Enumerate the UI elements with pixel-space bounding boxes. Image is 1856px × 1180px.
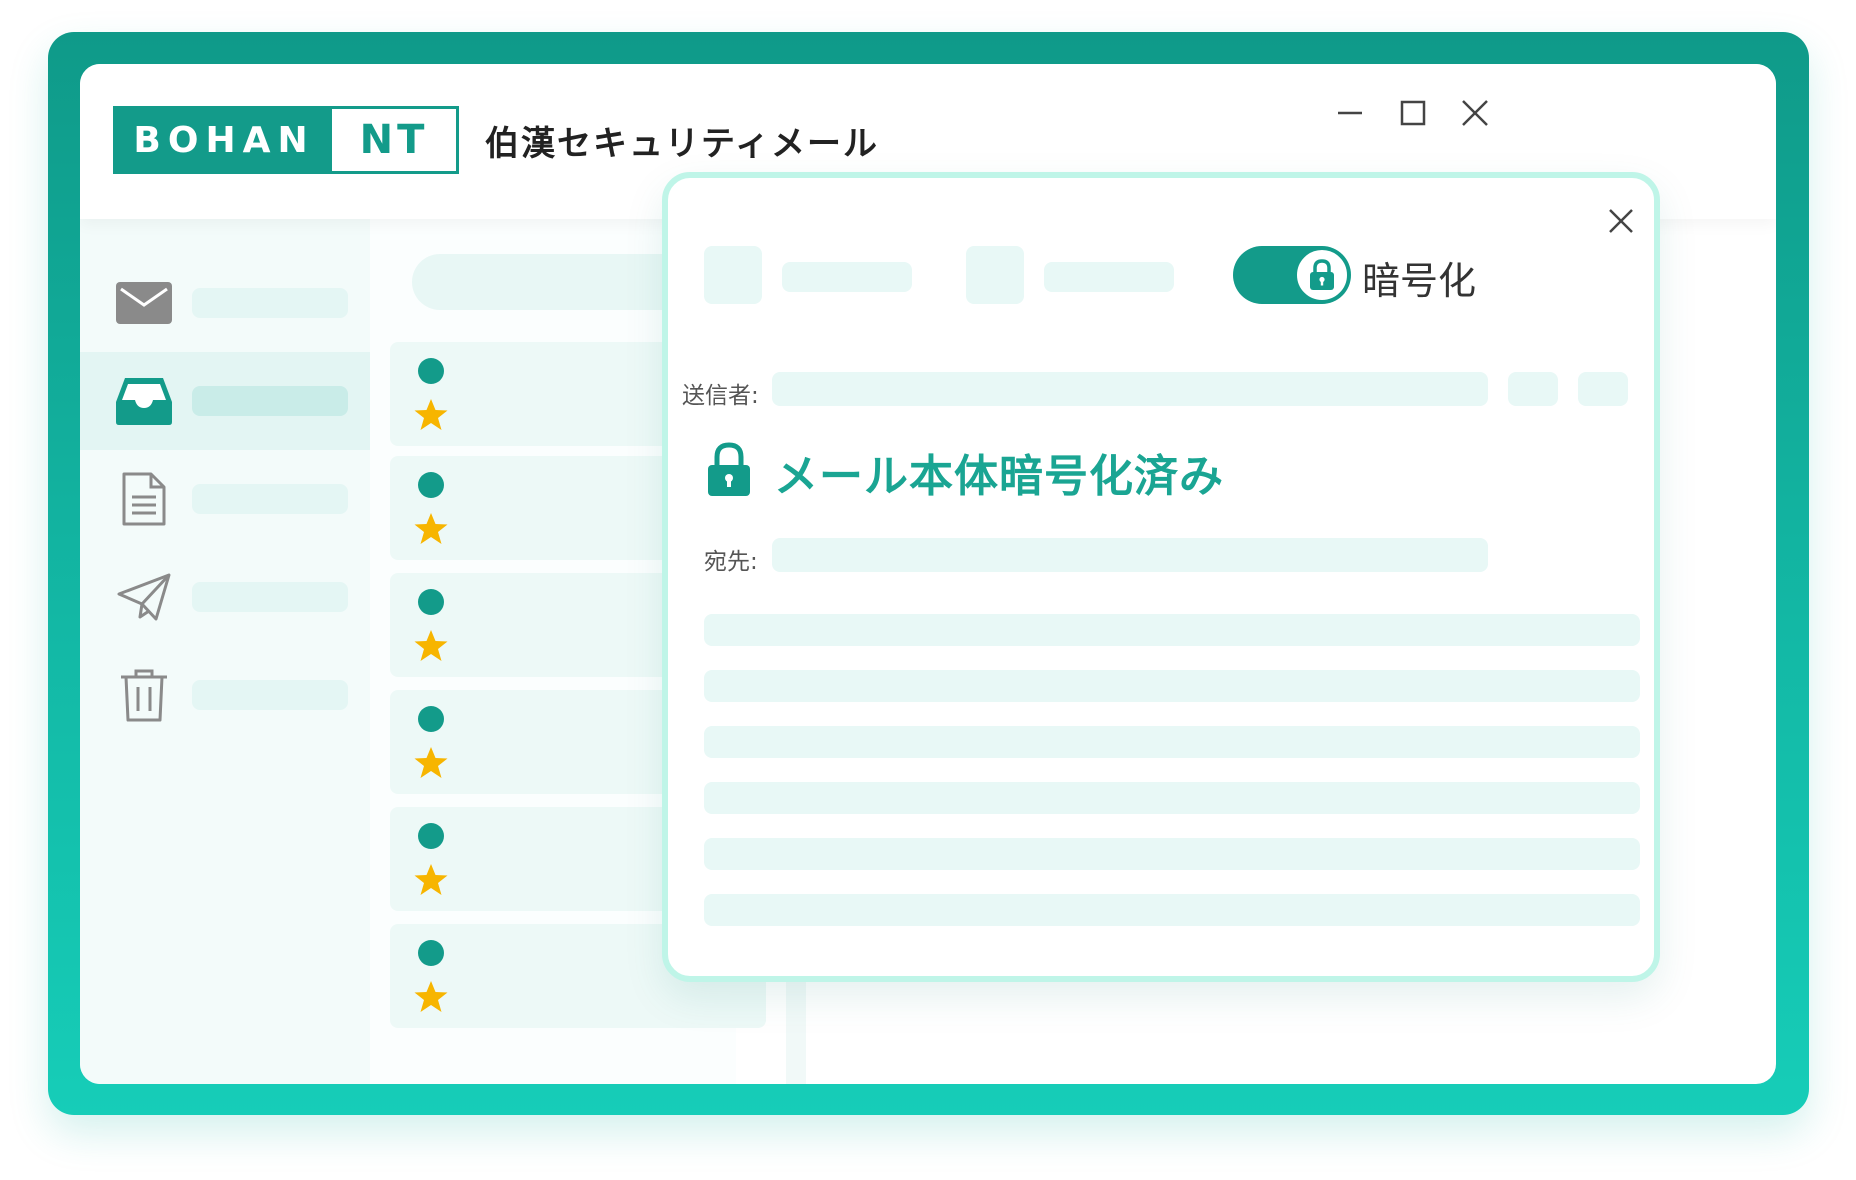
lock-icon bbox=[708, 442, 750, 496]
inbox-icon bbox=[114, 372, 174, 430]
document-icon bbox=[114, 470, 174, 528]
close-icon bbox=[1462, 100, 1488, 126]
minimize-icon bbox=[1338, 111, 1362, 115]
maximize-icon bbox=[1400, 100, 1426, 126]
sidebar-label-placeholder bbox=[192, 484, 348, 514]
unread-dot-icon bbox=[418, 706, 444, 732]
sender-field[interactable] bbox=[772, 372, 1488, 406]
sidebar-label-placeholder bbox=[192, 582, 348, 612]
close-icon bbox=[1609, 209, 1633, 233]
sidebar-item-sent[interactable] bbox=[80, 548, 370, 646]
body-line-placeholder bbox=[704, 782, 1640, 814]
search-input[interactable] bbox=[412, 254, 692, 310]
body-line-placeholder bbox=[704, 894, 1640, 926]
star-icon[interactable] bbox=[413, 863, 449, 897]
encrypt-toggle[interactable] bbox=[1233, 246, 1351, 304]
toggle-knob bbox=[1294, 247, 1350, 303]
sidebar-item-inbox[interactable] bbox=[80, 352, 370, 450]
unread-dot-icon bbox=[418, 358, 444, 384]
app-title: 伯漢セキュリティメール bbox=[485, 124, 879, 164]
bohan-nt-logo: BOHAN NT bbox=[113, 106, 459, 174]
sidebar-item-mail[interactable] bbox=[80, 254, 370, 352]
toolbar-icon-placeholder[interactable] bbox=[966, 246, 1024, 304]
sidebar-label-placeholder bbox=[192, 386, 348, 416]
star-icon[interactable] bbox=[413, 980, 449, 1014]
sidebar bbox=[80, 219, 370, 1084]
sender-label: 送信者: bbox=[682, 383, 759, 409]
sidebar-item-drafts[interactable] bbox=[80, 450, 370, 548]
recipient-label: 宛先: bbox=[704, 549, 758, 575]
lock-icon bbox=[1310, 259, 1334, 290]
minimize-button[interactable] bbox=[1325, 88, 1375, 138]
logo-right-text: NT bbox=[332, 109, 456, 171]
body-line-placeholder bbox=[704, 838, 1640, 870]
toolbar-label-placeholder bbox=[1044, 262, 1174, 292]
sender-option-placeholder[interactable] bbox=[1508, 372, 1558, 406]
sender-option-placeholder[interactable] bbox=[1578, 372, 1628, 406]
trash-icon bbox=[114, 666, 174, 724]
star-icon[interactable] bbox=[413, 512, 449, 546]
logo-left-text: BOHAN bbox=[116, 109, 332, 171]
dialog-close-button[interactable] bbox=[1601, 201, 1641, 241]
body-line-placeholder bbox=[704, 670, 1640, 702]
unread-dot-icon bbox=[418, 940, 444, 966]
close-button[interactable] bbox=[1450, 88, 1500, 138]
maximize-button[interactable] bbox=[1388, 88, 1438, 138]
sidebar-label-placeholder bbox=[192, 288, 348, 318]
toolbar-label-placeholder bbox=[782, 262, 912, 292]
recipient-field[interactable] bbox=[772, 538, 1488, 572]
body-line-placeholder bbox=[704, 614, 1640, 646]
sidebar-item-trash[interactable] bbox=[80, 646, 370, 744]
mail-icon bbox=[114, 274, 174, 332]
star-icon[interactable] bbox=[413, 746, 449, 780]
send-icon bbox=[114, 568, 174, 626]
encrypted-notice: メール本体暗号化済み bbox=[774, 451, 1224, 502]
compose-dialog: 暗号化 送信者: メール本体暗号化済み 宛先: bbox=[662, 172, 1660, 982]
unread-dot-icon bbox=[418, 472, 444, 498]
star-icon[interactable] bbox=[413, 398, 449, 432]
unread-dot-icon bbox=[418, 823, 444, 849]
body-line-placeholder bbox=[704, 726, 1640, 758]
sidebar-label-placeholder bbox=[192, 680, 348, 710]
star-icon[interactable] bbox=[413, 629, 449, 663]
encrypt-label: 暗号化 bbox=[1362, 259, 1477, 303]
toolbar-icon-placeholder[interactable] bbox=[704, 246, 762, 304]
unread-dot-icon bbox=[418, 589, 444, 615]
